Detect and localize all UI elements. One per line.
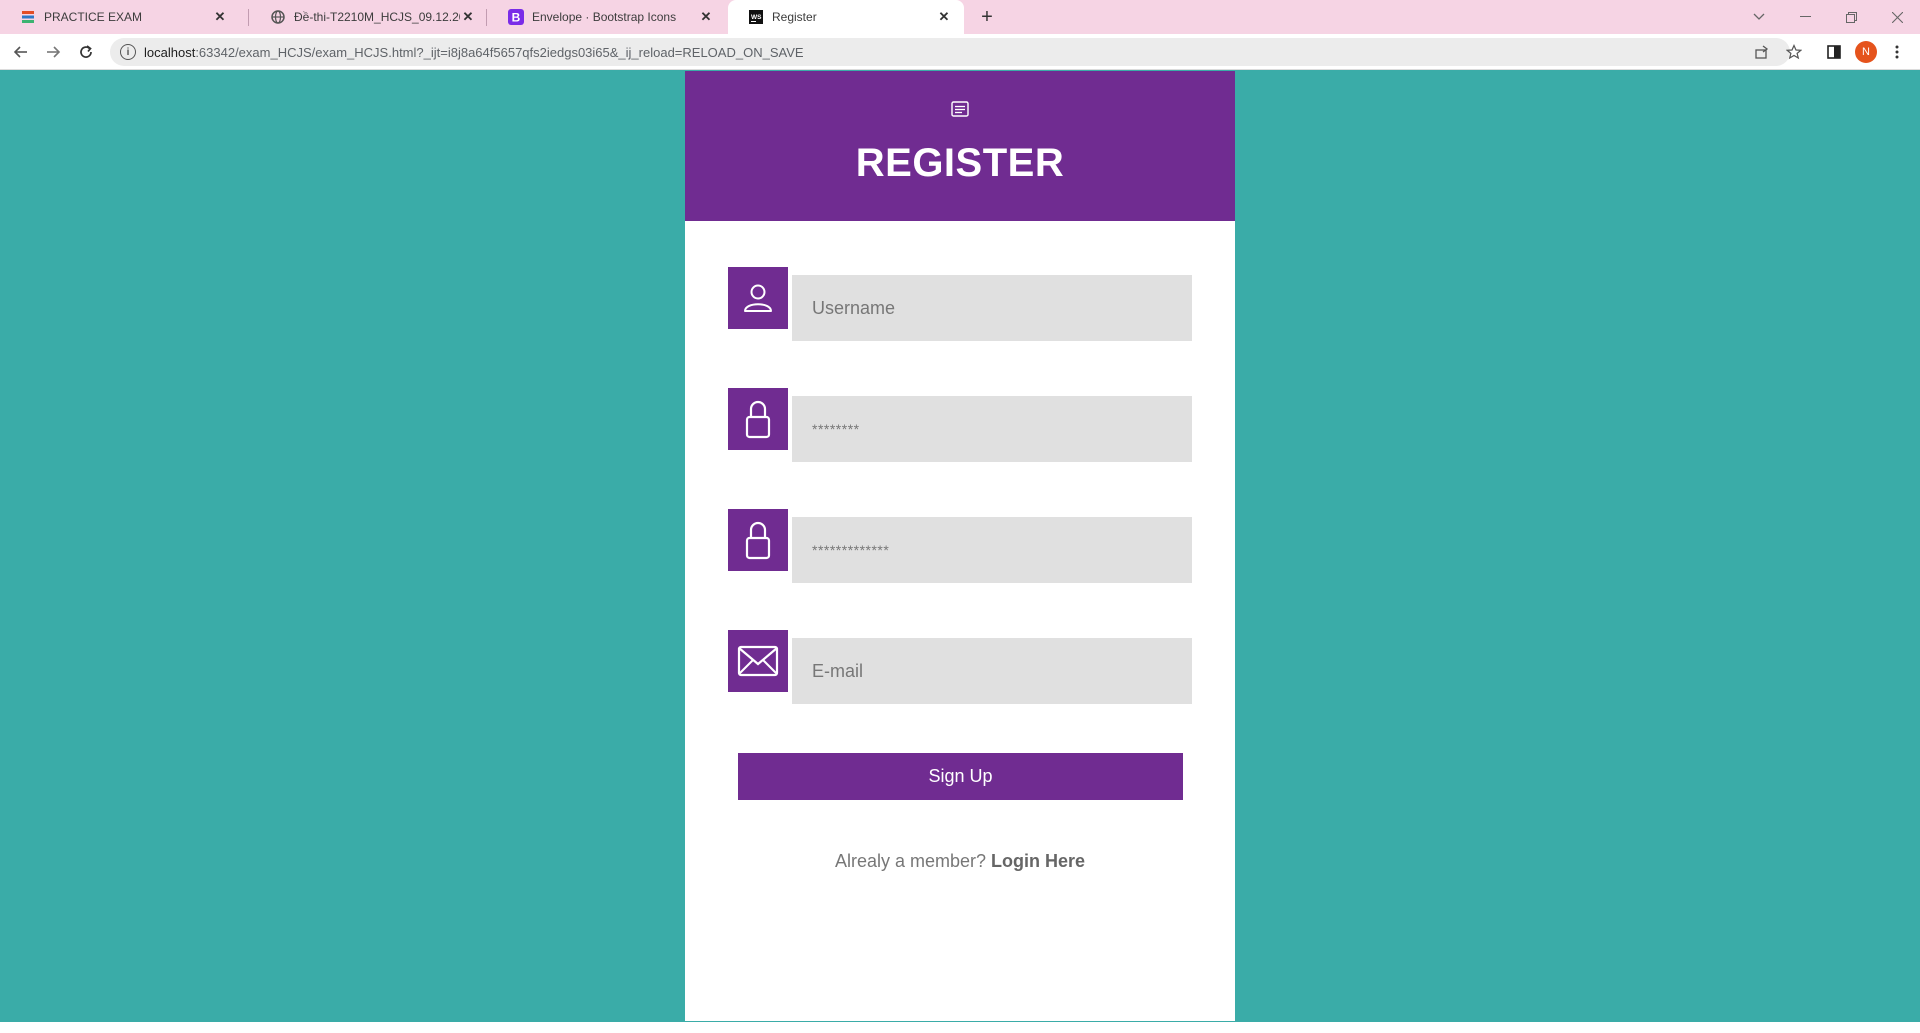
svg-text:WS: WS [751, 14, 762, 21]
reload-icon [80, 45, 92, 58]
member-text: Alrealy a member? [834, 851, 992, 871]
signup-button[interactable]: Sign Up [738, 753, 1183, 800]
globe-icon [270, 9, 286, 25]
minimize-button[interactable] [1782, 0, 1828, 34]
login-prompt: Alrealy a member? Login Here [685, 851, 1235, 872]
card-text-icon [951, 101, 969, 117]
login-link[interactable]: Login Here [991, 851, 1085, 871]
url-path: :63342/exam_HCJS/exam_HCJS.html?_ijt=i8j… [195, 44, 804, 60]
email-input[interactable] [792, 638, 1192, 704]
bookmark-star-icon[interactable] [1782, 40, 1806, 64]
forward-button[interactable] [41, 40, 65, 64]
register-card: REGISTER Sign Up Alrealy [685, 71, 1235, 1021]
bootstrap-logo-icon: B [508, 9, 524, 25]
browser-toolbar: i localhost:63342/exam_HCJS/exam_HCJS.ht… [0, 34, 1920, 70]
lock-icon [728, 388, 788, 450]
reload-button[interactable] [74, 40, 98, 64]
tab-title: Envelope · Bootstrap Icons [532, 10, 677, 24]
close-window-button[interactable] [1874, 0, 1920, 34]
username-input[interactable] [792, 275, 1192, 341]
tab-practice-exam[interactable]: PRACTICE EXAM ✕ [0, 0, 240, 34]
app-logo-icon [20, 9, 36, 25]
person-icon [728, 267, 788, 329]
tab-envelope-bootstrap[interactable]: B Envelope · Bootstrap Icons ✕ [488, 0, 726, 34]
card-header: REGISTER [685, 71, 1235, 221]
close-icon[interactable]: ✕ [460, 9, 476, 25]
arrow-left-icon [13, 46, 27, 58]
restore-button[interactable] [1828, 0, 1874, 34]
page-title: REGISTER [855, 141, 1065, 185]
tab-register[interactable]: WS Register ✕ [728, 0, 964, 34]
confirm-password-input[interactable] [792, 517, 1192, 583]
webstorm-logo-icon: WS [748, 9, 764, 25]
tab-divider [486, 9, 487, 26]
arrow-right-icon [47, 46, 61, 58]
tab-title: Register [772, 10, 817, 24]
tab-title: Đề-thi-T2210M_HCJS_09.12.2022 [294, 10, 460, 24]
tab-divider [248, 9, 249, 26]
share-icon[interactable] [1750, 40, 1774, 64]
new-tab-button[interactable]: + [976, 6, 998, 28]
page-bottom-edge [0, 1022, 1920, 1033]
site-info-icon[interactable]: i [120, 44, 136, 60]
menu-dots-icon[interactable] [1885, 40, 1909, 64]
close-icon[interactable]: ✕ [698, 9, 714, 25]
address-bar[interactable]: i localhost:63342/exam_HCJS/exam_HCJS.ht… [110, 38, 1790, 66]
envelope-icon [728, 630, 788, 692]
tab-search-icon[interactable] [1736, 0, 1782, 34]
password-input[interactable] [792, 396, 1192, 462]
tab-title: PRACTICE EXAM [44, 10, 143, 24]
close-icon[interactable]: ✕ [936, 9, 952, 25]
browser-tab-bar: PRACTICE EXAM ✕ Đề-thi-T2210M_HCJS_09.12… [0, 0, 1920, 34]
side-panel-icon[interactable] [1822, 40, 1846, 64]
svg-text:B: B [512, 11, 521, 25]
tab-de-thi[interactable]: Đề-thi-T2210M_HCJS_09.12.2022 ✕ [250, 0, 488, 34]
url-host: localhost [144, 44, 196, 60]
lock-icon [728, 509, 788, 571]
close-icon[interactable]: ✕ [212, 9, 228, 25]
profile-avatar[interactable]: N [1855, 41, 1877, 63]
back-button[interactable] [9, 40, 33, 64]
